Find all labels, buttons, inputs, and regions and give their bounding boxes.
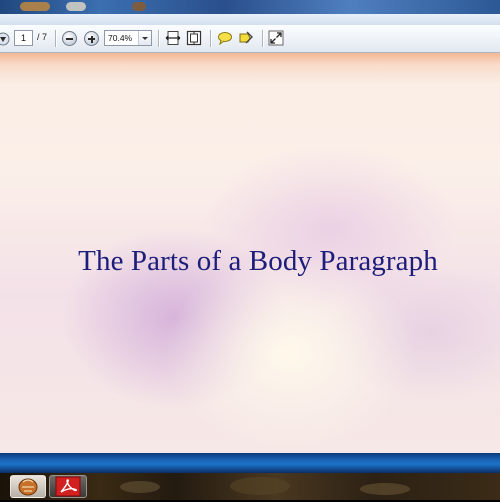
chevron-down-icon[interactable] <box>138 31 151 45</box>
fit-width-icon[interactable] <box>165 30 181 46</box>
taskbar-app-button[interactable] <box>10 475 46 498</box>
baseball-glove-icon <box>18 478 38 496</box>
comment-icon[interactable] <box>217 30 233 46</box>
zoom-level-value: 70.4% <box>108 33 133 43</box>
taskbar-glow-band <box>0 453 500 473</box>
zoom-out-icon[interactable] <box>62 31 77 46</box>
expand-icon[interactable] <box>268 30 284 46</box>
zoom-level-field[interactable]: 70.4% <box>104 30 152 46</box>
taskbar <box>0 473 500 500</box>
adobe-reader-icon <box>55 476 81 497</box>
toolbar-separator <box>210 30 211 47</box>
taskbar-reader-button[interactable] <box>49 475 87 498</box>
slide-page: The Parts of a Body Paragraph <box>0 53 500 453</box>
taskbar-texture <box>120 481 160 493</box>
taskbar-texture <box>360 483 410 495</box>
page-total-label: / 7 <box>37 32 48 42</box>
fit-page-icon[interactable] <box>186 30 202 46</box>
slide-top-band <box>0 53 500 73</box>
toolbar-separator <box>262 30 263 47</box>
document-view[interactable]: The Parts of a Body Paragraph <box>0 53 500 453</box>
toolbar-separator <box>158 30 159 47</box>
zoom-in-icon[interactable] <box>84 31 99 46</box>
toolbar-separator <box>55 30 56 47</box>
page-number-input[interactable]: 1 <box>14 30 33 46</box>
taskbar-texture <box>230 477 290 495</box>
desktop-wallpaper-fragment <box>66 2 86 11</box>
desktop-wallpaper-fragment <box>20 2 50 11</box>
reader-toolbar: 1 / 7 70.4% <box>0 25 500 53</box>
desktop-wallpaper-fragment <box>132 2 146 11</box>
slide-title: The Parts of a Body Paragraph <box>78 245 438 277</box>
highlight-icon[interactable] <box>238 30 254 46</box>
arrow-down-icon[interactable] <box>0 25 11 52</box>
desktop-background-strip <box>0 0 500 14</box>
